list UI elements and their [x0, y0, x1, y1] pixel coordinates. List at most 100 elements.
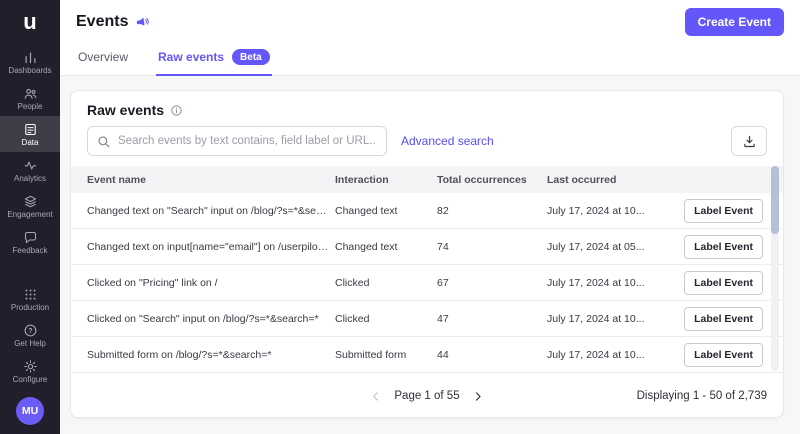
- panel-footer: Page 1 of 55 Displaying 1 - 50 of 2,739: [71, 375, 783, 417]
- people-icon: [23, 86, 38, 101]
- search-box: [87, 126, 387, 156]
- sidebar-item-label: Engagement: [7, 211, 52, 219]
- table-scrollbar[interactable]: [771, 166, 779, 371]
- events-table: Event name Interaction Total occurrences La…: [71, 166, 783, 375]
- feedback-icon: [23, 230, 38, 245]
- column-header: Total occurrences: [437, 174, 541, 186]
- tab-raw-events[interactable]: Raw events Beta: [156, 44, 272, 76]
- table-row: Clicked on "Pricing" link on / Clicked 6…: [71, 265, 783, 301]
- interaction-cell: Clicked: [335, 313, 431, 325]
- event-name-cell: Clicked on "Pricing" link on /: [87, 277, 329, 289]
- create-event-button[interactable]: Create Event: [685, 8, 784, 36]
- panel-toolbar: Advanced search: [71, 122, 783, 166]
- sidebar-item-feedback[interactable]: Feedback: [0, 224, 60, 260]
- announcement-icon: [135, 15, 150, 30]
- sidebar-item-label: People: [18, 103, 43, 111]
- sidebar-item-label: Dashboards: [8, 67, 51, 75]
- event-name-cell: Submitted form on /blog/?s=*&search=*: [87, 349, 329, 361]
- label-event-button[interactable]: Label Event: [684, 307, 763, 331]
- table-row: Changed text on "Search" input on /blog/…: [71, 193, 783, 229]
- sidebar-item-dashboards[interactable]: Dashboards: [0, 44, 60, 80]
- configure-icon: [23, 359, 38, 374]
- chevron-left-icon: [369, 390, 382, 403]
- content-area: Raw events Advanced search Event na: [60, 76, 800, 434]
- page-title: Events: [76, 13, 128, 31]
- sidebar-item-configure[interactable]: Configure: [0, 353, 60, 389]
- occurrences-cell: 44: [437, 349, 541, 361]
- sidebar-item-analytics[interactable]: Analytics: [0, 152, 60, 188]
- production-icon: [23, 287, 38, 302]
- page-indicator: Page 1 of 55: [394, 390, 459, 402]
- raw-events-panel: Raw events Advanced search Event na: [70, 90, 784, 418]
- sidebar-item-label: Analytics: [14, 175, 46, 183]
- interaction-cell: Submitted form: [335, 349, 431, 361]
- sidebar-item-people[interactable]: People: [0, 80, 60, 116]
- interaction-cell: Changed text: [335, 241, 431, 253]
- engagement-icon: [23, 194, 38, 209]
- chevron-right-icon: [472, 390, 485, 403]
- sidebar-item-label: Production: [11, 304, 49, 312]
- sidebar-item-get-help[interactable]: Get Help: [0, 317, 60, 353]
- sidebar-item-production[interactable]: Production: [0, 281, 60, 317]
- occurrences-cell: 47: [437, 313, 541, 325]
- table-row: Clicked on "Search" input on /blog/?s=*&…: [71, 301, 783, 337]
- label-event-button[interactable]: Label Event: [684, 271, 763, 295]
- last-occurred-cell: July 17, 2024 at 10...: [547, 205, 673, 217]
- displaying-count: Displaying 1 - 50 of 2,739: [637, 390, 767, 402]
- user-avatar[interactable]: MU: [16, 397, 44, 425]
- data-icon: [23, 122, 38, 137]
- download-icon: [742, 134, 757, 149]
- scrollbar-thumb[interactable]: [771, 166, 779, 234]
- sidebar-item-label: Get Help: [14, 340, 46, 348]
- interaction-cell: Clicked: [335, 277, 431, 289]
- page-header: Events Create Event: [60, 0, 800, 44]
- sidebar-item-label: Feedback: [12, 247, 47, 255]
- app-root: u Dashboards People Data Analytics Engag…: [0, 0, 800, 434]
- label-event-button[interactable]: Label Event: [684, 235, 763, 259]
- tabs-bar: Overview Raw events Beta: [60, 44, 800, 76]
- help-icon: [23, 323, 38, 338]
- occurrences-cell: 74: [437, 241, 541, 253]
- tab-label: Raw events: [158, 50, 224, 64]
- analytics-icon: [23, 158, 38, 173]
- event-name-cell: Changed text on "Search" input on /blog/…: [87, 205, 329, 217]
- column-header: Interaction: [335, 174, 431, 186]
- sidebar-item-label: Configure: [13, 376, 48, 384]
- next-page-button[interactable]: [470, 388, 487, 405]
- sidebar-item-label: Data: [22, 139, 39, 147]
- prev-page-button[interactable]: [367, 388, 384, 405]
- panel-title: Raw events: [87, 102, 164, 118]
- table-header-row: Event name Interaction Total occurrences La…: [71, 166, 783, 193]
- table-header: Event name Interaction Total occurrences La…: [71, 166, 783, 193]
- sidebar: u Dashboards People Data Analytics Engag…: [0, 0, 60, 434]
- sidebar-item-data[interactable]: Data: [0, 116, 60, 152]
- sidebar-item-engagement[interactable]: Engagement: [0, 188, 60, 224]
- occurrences-cell: 82: [437, 205, 541, 217]
- event-name-cell: Clicked on "Search" input on /blog/?s=*&…: [87, 313, 329, 325]
- table-body: Changed text on "Search" input on /blog/…: [71, 193, 783, 373]
- last-occurred-cell: July 17, 2024 at 10...: [547, 349, 673, 361]
- label-event-button[interactable]: Label Event: [684, 199, 763, 223]
- table-row: Changed text on input[name="email"] on /…: [71, 229, 783, 265]
- last-occurred-cell: July 17, 2024 at 10...: [547, 277, 673, 289]
- table-row: Submitted form on /blog/?s=*&search=* Su…: [71, 337, 783, 373]
- download-button[interactable]: [731, 126, 767, 156]
- last-occurred-cell: July 17, 2024 at 10...: [547, 313, 673, 325]
- column-header: Last occurred: [547, 174, 673, 186]
- info-icon[interactable]: [170, 104, 183, 117]
- column-header: Event name: [87, 174, 329, 186]
- last-occurred-cell: July 17, 2024 at 05...: [547, 241, 673, 253]
- event-name-cell: Changed text on input[name="email"] on /…: [87, 241, 329, 253]
- label-event-button[interactable]: Label Event: [684, 343, 763, 367]
- beta-badge: Beta: [232, 49, 270, 65]
- dashboards-icon: [23, 50, 38, 65]
- panel-head: Raw events: [71, 91, 783, 122]
- interaction-cell: Changed text: [335, 205, 431, 217]
- advanced-search-link[interactable]: Advanced search: [401, 134, 494, 148]
- pagination: Page 1 of 55: [367, 388, 486, 405]
- sidebar-nav: Dashboards People Data Analytics Engagem…: [0, 44, 60, 389]
- search-input[interactable]: [87, 126, 387, 156]
- userpilot-logo[interactable]: u: [0, 0, 60, 44]
- tab-overview[interactable]: Overview: [76, 44, 130, 76]
- main-area: Events Create Event Overview Raw events …: [60, 0, 800, 434]
